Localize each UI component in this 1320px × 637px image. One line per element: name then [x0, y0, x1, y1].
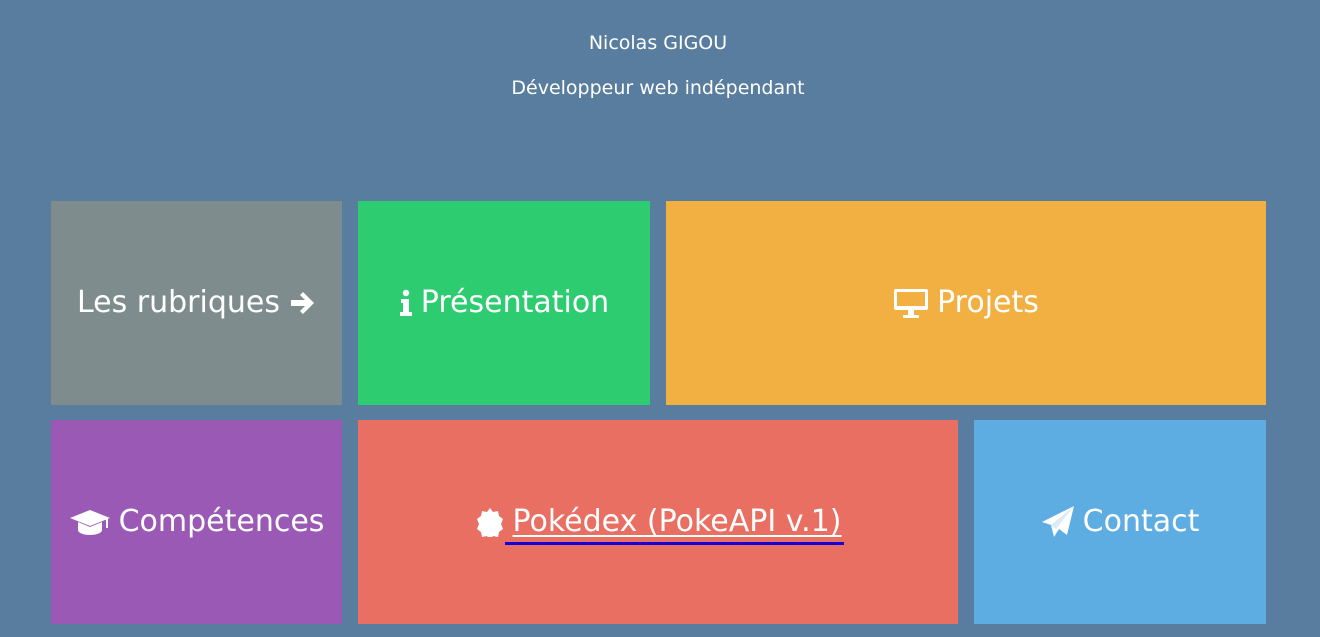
- tile-competences-label: Compétences: [118, 504, 325, 539]
- tile-projets-label: Projets: [937, 285, 1039, 320]
- link-underline: [504, 542, 844, 545]
- author-subtitle: Développeur web indépendant: [511, 77, 805, 99]
- tile-competences[interactable]: Compétences: [51, 420, 342, 624]
- tile-les-rubriques[interactable]: Les rubriques: [51, 201, 342, 405]
- author-name: Nicolas GIGOU: [588, 32, 728, 54]
- tile-contact-label: Contact: [1082, 504, 1200, 539]
- tile-projets[interactable]: Projets: [666, 201, 1266, 405]
- tile-presentation-label: Présentation: [420, 285, 610, 320]
- tile-presentation[interactable]: Présentation: [358, 201, 650, 405]
- monitor-icon: [893, 287, 929, 319]
- tile-pokedex[interactable]: Pokédex (PokeAPI v.1): [358, 420, 958, 624]
- pokedex-link-text: Pokédex (PokeAPI v.1): [512, 504, 842, 539]
- info-icon: [399, 289, 413, 317]
- paper-plane-icon: [1041, 505, 1075, 539]
- tile-les-rubriques-label: Les rubriques: [76, 285, 280, 320]
- arrow-right-icon: [288, 289, 316, 317]
- tile-contact[interactable]: Contact: [974, 420, 1266, 624]
- tile-pokedex-label: Pokédex (PokeAPI v.1): [504, 504, 844, 545]
- graduation-cap-icon: [69, 507, 111, 537]
- badge-icon: [475, 507, 505, 537]
